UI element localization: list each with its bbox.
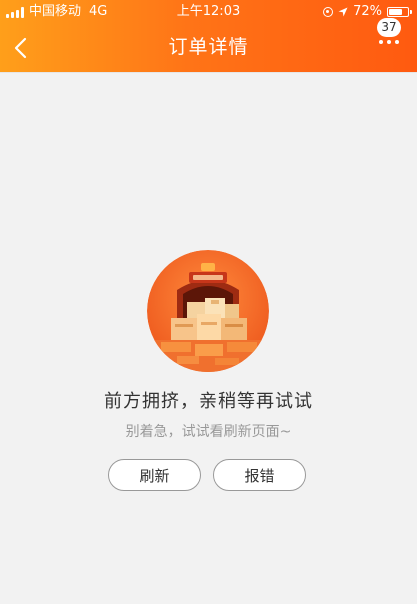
location-arrow-icon (338, 7, 348, 17)
error-hint: 别着急，试试看刷新页面~ (125, 424, 292, 440)
app-header: 中国移动 4G 上午12:03 72% 订单详情 37 (0, 0, 417, 72)
navigation-bar: 订单详情 37 (0, 18, 417, 72)
page-title: 订单详情 (168, 36, 249, 58)
status-bar: 中国移动 4G 上午12:03 72% (0, 0, 417, 24)
refresh-button[interactable]: 刷新 (108, 459, 201, 491)
rotation-lock-icon (323, 7, 334, 17)
report-error-button[interactable]: 报错 (213, 459, 306, 491)
battery-level (389, 9, 402, 15)
more-menu-button[interactable]: 37 (377, 18, 407, 64)
crowded-warehouse-illustration (147, 250, 269, 372)
message-count-badge: 37 (377, 18, 401, 37)
more-dots-icon (379, 40, 399, 44)
battery-icon (387, 7, 412, 17)
content-divider (0, 72, 417, 73)
error-message: 前方拥挤，亲稍等再试试 (104, 391, 313, 412)
